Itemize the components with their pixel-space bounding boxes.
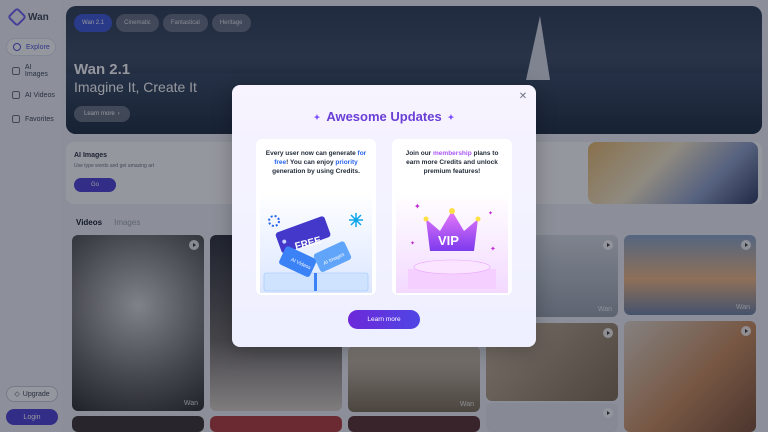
membership-card-text: Join our membership plans to earn more C… xyxy=(398,149,506,176)
membership-card: Join our membership plans to earn more C… xyxy=(392,139,512,295)
svg-text:✦: ✦ xyxy=(414,202,421,211)
free-generation-card: Every user now can generate for free! Yo… xyxy=(256,139,376,295)
free-card-text: Every user now can generate for free! Yo… xyxy=(262,149,370,176)
vip-badge-label: VIP xyxy=(438,233,459,248)
updates-modal: ✕ ✦ Awesome Updates ✦ Every user now can g… xyxy=(232,85,536,347)
free-card-text-part: Every user now can generate xyxy=(265,150,358,157)
sparkle-icon: ✦ xyxy=(447,113,455,123)
free-tags-illustration: FREE AI Videos AI Images xyxy=(260,193,372,293)
free-card-text-part: ! You can enjoy xyxy=(286,159,336,166)
svg-text:✦: ✦ xyxy=(410,240,415,247)
modal-title-text: Awesome Updates xyxy=(326,109,442,124)
free-card-text-part: generation by using Credits. xyxy=(272,168,360,175)
priority-highlight: priority xyxy=(335,159,358,166)
svg-text:✦: ✦ xyxy=(490,245,496,253)
close-icon[interactable]: ✕ xyxy=(518,92,528,102)
membership-card-text-part: Join our xyxy=(405,150,434,157)
vip-crown-illustration: VIP ✦ ✦ ✦ ✦ xyxy=(396,193,508,293)
membership-highlight: membership xyxy=(433,150,472,157)
modal-learn-more-button[interactable]: Learn more xyxy=(348,310,420,329)
svg-text:✦: ✦ xyxy=(488,210,493,217)
modal-title: ✦ Awesome Updates ✦ xyxy=(232,109,536,124)
sparkle-icon: ✦ xyxy=(313,113,321,123)
